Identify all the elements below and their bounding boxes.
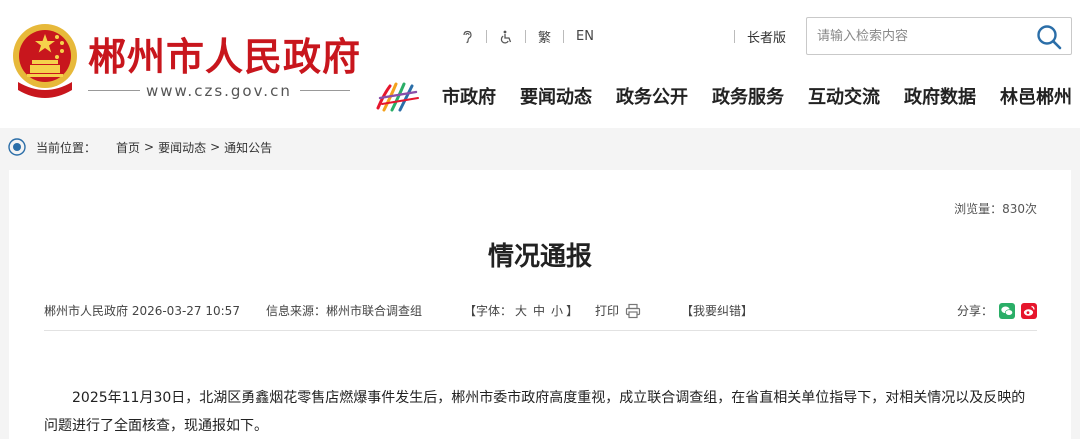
print-button[interactable]: 打印 — [595, 302, 641, 319]
article-panel: 浏览量：830次 情况通报 郴州市人民政府 2026-03-27 10:57 信… — [9, 170, 1071, 439]
font-size-medium[interactable]: 中 — [533, 302, 545, 319]
print-label: 打印 — [595, 304, 620, 318]
share-label: 分享： — [956, 304, 993, 318]
site-domain: www.czs.gov.cn — [88, 82, 350, 100]
traditional-chinese-toggle[interactable]: 繁 — [538, 27, 551, 46]
breadcrumb: 当前位置： 首页 > 要闻动态 > 通知公告 — [8, 136, 272, 158]
national-emblem-icon[interactable] — [10, 20, 80, 100]
nav-item-interaction[interactable]: 互动交流 — [808, 83, 880, 109]
report-error-link[interactable]: 【我要纠错】 — [681, 302, 753, 319]
info-source: 信息来源：郴州市联合调查组 — [266, 304, 423, 318]
breadcrumb-separator: > — [144, 140, 155, 154]
view-count: 浏览量：830次 — [954, 202, 1037, 216]
nav-item-services[interactable]: 政务服务 — [712, 83, 784, 109]
hearing-icon[interactable] — [460, 30, 474, 44]
breadcrumb-news[interactable]: 要闻动态 — [158, 139, 206, 156]
location-pin-icon — [8, 138, 26, 156]
wechat-icon[interactable] — [999, 302, 1015, 319]
printer-icon — [625, 303, 641, 318]
breadcrumb-separator: > — [210, 140, 221, 154]
site-domain-text: www.czs.gov.cn — [146, 82, 292, 100]
nav-item-data[interactable]: 政府数据 — [904, 83, 976, 109]
breadcrumb-home[interactable]: 首页 — [116, 139, 140, 156]
share-bar: 分享： — [957, 302, 1037, 319]
publisher-date: 郴州市人民政府 2026-03-27 10:57 — [44, 304, 240, 318]
breadcrumb-label: 当前位置： — [36, 140, 97, 155]
nav-item-city-government[interactable]: 市政府 — [442, 83, 496, 109]
font-size-close: 】 — [566, 304, 579, 318]
site-name[interactable]: 郴州市人民政府 — [88, 26, 361, 81]
meta-divider — [44, 330, 1037, 331]
nav-item-linyi-chenzhou[interactable]: 林邑郴州 — [1000, 83, 1072, 109]
font-size-large[interactable]: 大 — [515, 302, 527, 319]
header-tools: 繁 EN — [460, 27, 594, 46]
font-size-small[interactable]: 小 — [551, 302, 563, 319]
article-paragraph: 2025年11月30日，北湖区勇鑫烟花零售店燃爆事件发生后，郴州市委市政府高度重… — [44, 390, 1026, 434]
weibo-icon[interactable] — [1021, 302, 1037, 319]
site-header: 郴州市人民政府 www.czs.gov.cn 繁 EN 长者版 请输入检索内容 … — [0, 0, 1080, 128]
font-size-open: 【字体： — [464, 304, 513, 318]
elder-mode-link[interactable]: 长者版 — [747, 27, 786, 46]
nav-item-public-affairs[interactable]: 政务公开 — [616, 83, 688, 109]
article-meta: 郴州市人民政府 2026-03-27 10:57 信息来源：郴州市联合调查组 【… — [44, 302, 1037, 322]
font-size-controls: 【字体： 大 中 小 】 — [464, 302, 578, 319]
article-title: 情况通报 — [487, 242, 592, 272]
search-icon[interactable] — [1035, 23, 1063, 51]
english-toggle[interactable]: EN — [576, 29, 594, 44]
accessibility-icon[interactable] — [499, 30, 513, 44]
city-logo-icon — [376, 82, 419, 112]
breadcrumb-notices[interactable]: 通知公告 — [224, 139, 272, 156]
main-nav: 市政府 要闻动态 政务公开 政务服务 互动交流 政府数据 林邑郴州 — [430, 83, 1080, 109]
search-input[interactable] — [807, 18, 1027, 54]
elder-mode-link-wrap: 长者版 — [734, 27, 786, 46]
nav-item-news[interactable]: 要闻动态 — [520, 83, 592, 109]
search-box — [806, 17, 1072, 55]
